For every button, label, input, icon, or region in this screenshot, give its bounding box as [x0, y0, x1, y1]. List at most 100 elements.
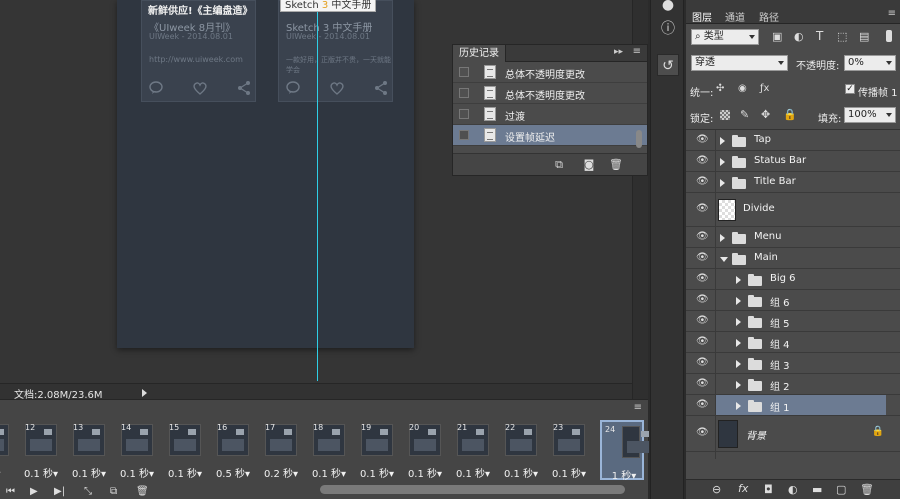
visibility-eye-icon[interactable]: 👁 [696, 134, 709, 145]
visibility-eye-icon[interactable]: 👁 [696, 203, 709, 214]
frame-delay-select[interactable]: 秒▾ [0, 465, 12, 480]
history-snapshot-checkbox[interactable] [459, 67, 469, 77]
visibility-eye-icon[interactable]: 👁 [696, 231, 709, 242]
frame-delay-select[interactable]: 0.1 秒▾ [118, 465, 156, 480]
link-layers-icon[interactable]: ⊖ [712, 483, 721, 496]
status-menu-arrow-icon[interactable] [142, 389, 147, 397]
expand-arrow-right-icon[interactable] [736, 380, 741, 389]
animation-frame[interactable]: 12 0.1 秒▾ [22, 420, 60, 480]
history-snapshot-checkbox[interactable] [459, 88, 469, 98]
animation-frame[interactable]: 18 0.1 秒▾ [310, 420, 348, 480]
history-scroll-thumb[interactable] [636, 130, 642, 148]
new-group-icon[interactable]: ▬ [812, 483, 822, 496]
history-snapshot-checkbox[interactable] [459, 130, 469, 140]
frame-delay-select[interactable]: 0.1 秒▾ [454, 465, 492, 480]
history-item[interactable]: 总体不透明度更改 [453, 62, 647, 83]
new-layer-icon[interactable]: ▢ [836, 483, 846, 496]
visibility-eye-icon[interactable]: 👁 [696, 294, 709, 305]
layer-row[interactable]: 👁 Big 6 [686, 269, 900, 290]
layer-row[interactable]: 👁 组 4 [686, 332, 900, 353]
palette-icon[interactable]: ● [657, 0, 679, 16]
layer-row[interactable]: 👁 组 3 [686, 353, 900, 374]
info-icon[interactable]: ⓘ [657, 18, 679, 40]
history-item[interactable]: 总体不透明度更改 [453, 83, 647, 104]
tab-paths[interactable]: 路径 [759, 9, 779, 24]
panel-menu-icon[interactable]: ≡ [633, 46, 641, 57]
layer-row[interactable]: 👁 🔒 背景 [686, 416, 900, 452]
layer-row[interactable]: 👁 组 2 [686, 374, 900, 395]
animation-frame[interactable]: 14 0.1 秒▾ [118, 420, 156, 480]
expand-arrow-right-icon[interactable] [720, 157, 725, 166]
animation-frame[interactable]: 19 0.1 秒▾ [358, 420, 396, 480]
article-card-2[interactable]: Sketch 3 中文手册 UIWeek - 2014.08.01 一款好用，正… [278, 0, 393, 102]
unify-position-icon[interactable]: ✣ [716, 83, 724, 94]
panel-menu-icon[interactable]: ≡ [634, 402, 642, 413]
panel-menu-icon[interactable]: ≡ [888, 8, 896, 19]
frame-delay-select[interactable]: 0.1 秒▾ [550, 465, 588, 480]
tab-channels[interactable]: 通道 [725, 9, 745, 24]
animation-frame[interactable]: 16 0.5 秒▾ [214, 420, 252, 480]
visibility-eye-icon[interactable]: 👁 [696, 155, 709, 166]
lock-position-icon[interactable]: ✥ [761, 108, 770, 121]
blend-mode-select[interactable]: 穿透 [691, 55, 788, 71]
animation-frame[interactable]: 21 0.1 秒▾ [454, 420, 492, 480]
layer-row[interactable]: 👁 组 5 [686, 311, 900, 332]
trash-icon[interactable]: 🗑 [609, 159, 623, 170]
expand-arrow-right-icon[interactable] [720, 136, 725, 145]
article-card-1[interactable]: 新鲜供应!《主编盘造》 《UIweek 8月刊》 UIWeek - 2014.0… [141, 0, 256, 102]
first-frame-icon[interactable]: ⏮ [6, 486, 15, 497]
expand-arrow-right-icon[interactable] [736, 401, 741, 410]
layer-style-icon[interactable]: fx [738, 482, 748, 495]
type-filter-icon[interactable]: T [816, 29, 823, 43]
layers-panel[interactable]: 图层 通道 路径 ≡ ⌕ 类型 ▣ ◐ T ⬚ ▤ 穿透 不透明度: 0% 统一… [686, 0, 900, 499]
frame-delay-select[interactable]: 1 秒▾ [602, 467, 646, 482]
animation-frame[interactable]: 23 0.1 秒▾ [550, 420, 588, 480]
unify-visibility-icon[interactable]: ◉ [738, 83, 747, 94]
visibility-eye-icon[interactable]: 👁 [696, 427, 709, 438]
visibility-eye-icon[interactable]: 👁 [696, 315, 709, 326]
frame-delay-select[interactable]: 0.1 秒▾ [70, 465, 108, 480]
shape-filter-icon[interactable]: ⬚ [837, 30, 847, 43]
expand-arrow-right-icon[interactable] [720, 233, 725, 242]
frame-delay-select[interactable]: 0.5 秒▾ [214, 465, 252, 480]
lock-all-icon[interactable]: 🔒 [783, 108, 797, 121]
animation-frame[interactable]: 15 0.1 秒▾ [166, 420, 204, 480]
add-mask-icon[interactable]: ◘ [764, 483, 773, 496]
expand-arrow-right-icon[interactable] [736, 338, 741, 347]
new-document-from-state-icon[interactable]: ⧉ [553, 159, 565, 170]
frame-delay-select[interactable]: 0.1 秒▾ [358, 465, 396, 480]
propagate-checkbox[interactable]: ✓ [845, 84, 855, 94]
layer-row[interactable]: 👁 Main [686, 248, 900, 269]
adjustment-filter-icon[interactable]: ◐ [794, 30, 804, 43]
layer-row-selected[interactable]: 👁 组 1 [686, 395, 900, 416]
animation-frame[interactable]: 13 0.1 秒▾ [70, 420, 108, 480]
expand-arrow-right-icon[interactable] [736, 359, 741, 368]
history-item-selected[interactable]: 设置帧延迟 [453, 125, 647, 146]
layer-row[interactable]: 👁 Status Bar [686, 151, 900, 172]
layer-row[interactable]: 👁 组 6 [686, 290, 900, 311]
history-item[interactable]: 过渡 [453, 104, 647, 125]
adjustment-layer-icon[interactable]: ◐ [788, 483, 798, 496]
history-tab[interactable]: 历史记录 [453, 45, 506, 62]
visibility-eye-icon[interactable]: 👁 [696, 336, 709, 347]
history-panel[interactable]: 历史记录 ▸▸ ≡ 总体不透明度更改 总体不透明度更改 过渡 设置帧延迟 ⧉ ◙… [452, 44, 648, 176]
collapse-icon[interactable]: ▸▸ [614, 47, 623, 57]
frame-delay-select[interactable]: 0.1 秒▾ [406, 465, 444, 480]
layer-row[interactable]: 👁 Divide [686, 193, 900, 227]
trash-icon[interactable]: 🗑 [136, 486, 149, 497]
smart-object-filter-icon[interactable]: ▤ [859, 30, 869, 43]
history-snapshot-checkbox[interactable] [459, 109, 469, 119]
filter-toggle-icon[interactable] [886, 30, 892, 42]
tab-layers[interactable]: 图层 [692, 9, 712, 24]
history-panel-icon[interactable]: ↺ [657, 54, 679, 76]
animation-frame[interactable]: 22 0.1 秒▾ [502, 420, 540, 480]
timeline-scroll-thumb[interactable] [320, 485, 625, 494]
unify-style-icon[interactable]: ƒx [760, 83, 769, 94]
frame-delay-select[interactable]: 0.1 秒▾ [166, 465, 204, 480]
animation-frame[interactable]: 秒▾ [0, 420, 12, 480]
animation-frame-selected[interactable]: 24 1 秒▾ [600, 420, 649, 482]
filter-kind-select[interactable]: ⌕ 类型 [691, 29, 759, 45]
visibility-eye-icon[interactable]: 👁 [696, 176, 709, 187]
visibility-eye-icon[interactable]: 👁 [696, 378, 709, 389]
frame-delay-select[interactable]: 0.1 秒▾ [22, 465, 60, 480]
